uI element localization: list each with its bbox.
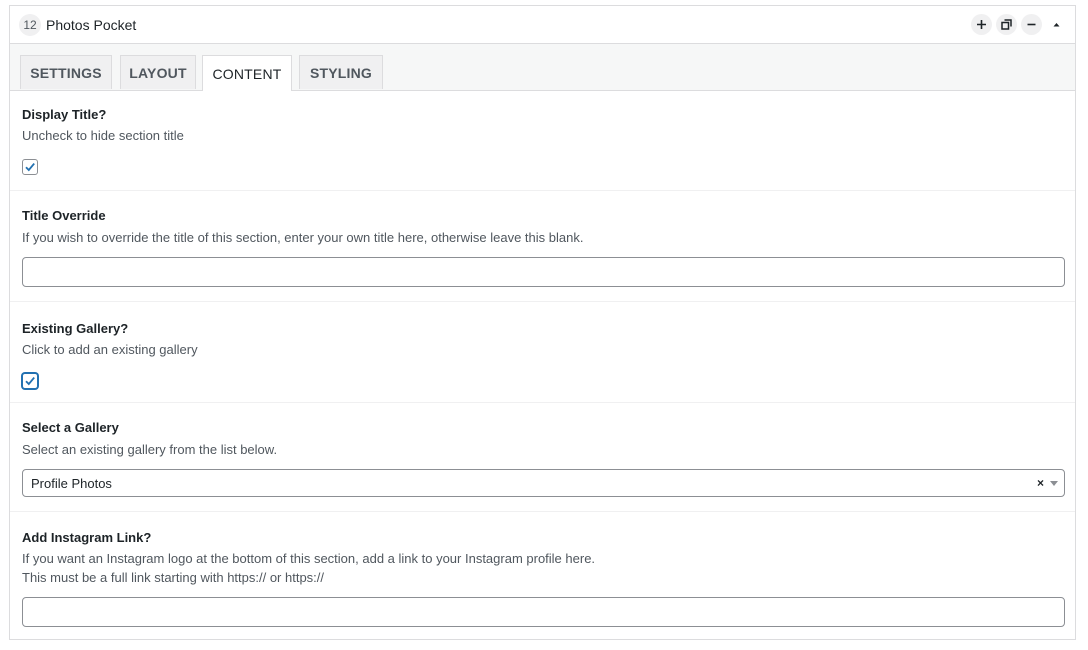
tabs-bar: SETTINGS LAYOUT CONTENT STYLING xyxy=(10,44,1075,91)
clear-selection-icon[interactable]: × xyxy=(1037,476,1044,490)
select-gallery-label: Select a Gallery xyxy=(22,420,119,435)
tab-content[interactable]: CONTENT xyxy=(202,55,292,91)
checkmark-icon xyxy=(25,163,35,172)
select-gallery-section: Select a Gallery Select an existing gall… xyxy=(10,403,1075,512)
instagram-link-section: Add Instagram Link? If you want an Insta… xyxy=(10,512,1075,639)
section-panel: 12 Photos Pocket SETTINGS LAYOUT CONTENT… xyxy=(9,5,1076,640)
display-title-label: Display Title? xyxy=(22,107,107,122)
title-override-section: Title Override If you wish to override t… xyxy=(10,191,1075,302)
title-override-label: Title Override xyxy=(22,208,106,223)
select-gallery-description: Select an existing gallery from the list… xyxy=(22,442,278,457)
caret-up-icon xyxy=(1053,23,1060,27)
tab-settings[interactable]: SETTINGS xyxy=(20,55,112,89)
existing-gallery-section: Existing Gallery? Click to add an existi… xyxy=(10,302,1075,403)
dropdown-arrow-icon[interactable] xyxy=(1050,481,1058,486)
duplicate-button[interactable] xyxy=(996,14,1017,35)
instagram-link-note: This must be a full link starting with h… xyxy=(22,570,325,585)
add-button[interactable] xyxy=(971,14,992,35)
instagram-link-description: If you want an Instagram logo at the bot… xyxy=(22,551,596,566)
title-override-input[interactable] xyxy=(22,257,1065,287)
instagram-link-label: Add Instagram Link? xyxy=(22,530,152,545)
existing-gallery-description: Click to add an existing gallery xyxy=(22,342,198,357)
tab-layout[interactable]: LAYOUT xyxy=(120,55,196,89)
duplicate-icon xyxy=(1001,19,1012,30)
display-title-description: Uncheck to hide section title xyxy=(22,128,184,143)
title-override-description: If you wish to override the title of thi… xyxy=(22,230,584,245)
remove-button[interactable] xyxy=(1021,14,1042,35)
instagram-link-input[interactable] xyxy=(22,597,1065,627)
collapse-button[interactable] xyxy=(1046,14,1067,35)
checkmark-icon xyxy=(25,377,35,386)
header-actions xyxy=(971,14,1067,35)
minus-icon xyxy=(1027,23,1036,26)
display-title-checkbox[interactable] xyxy=(22,159,38,175)
panel-title: Photos Pocket xyxy=(46,16,137,33)
gallery-select-value: Profile Photos xyxy=(31,475,112,491)
tab-styling[interactable]: STYLING xyxy=(299,55,383,89)
section-number-badge: 12 xyxy=(19,13,41,36)
plus-icon xyxy=(977,20,986,29)
existing-gallery-label: Existing Gallery? xyxy=(22,321,129,336)
display-title-section: Display Title? Uncheck to hide section t… xyxy=(10,90,1075,191)
gallery-select[interactable]: Profile Photos × xyxy=(22,469,1065,497)
existing-gallery-checkbox[interactable] xyxy=(22,373,38,389)
panel-header: 12 Photos Pocket xyxy=(10,6,1075,44)
